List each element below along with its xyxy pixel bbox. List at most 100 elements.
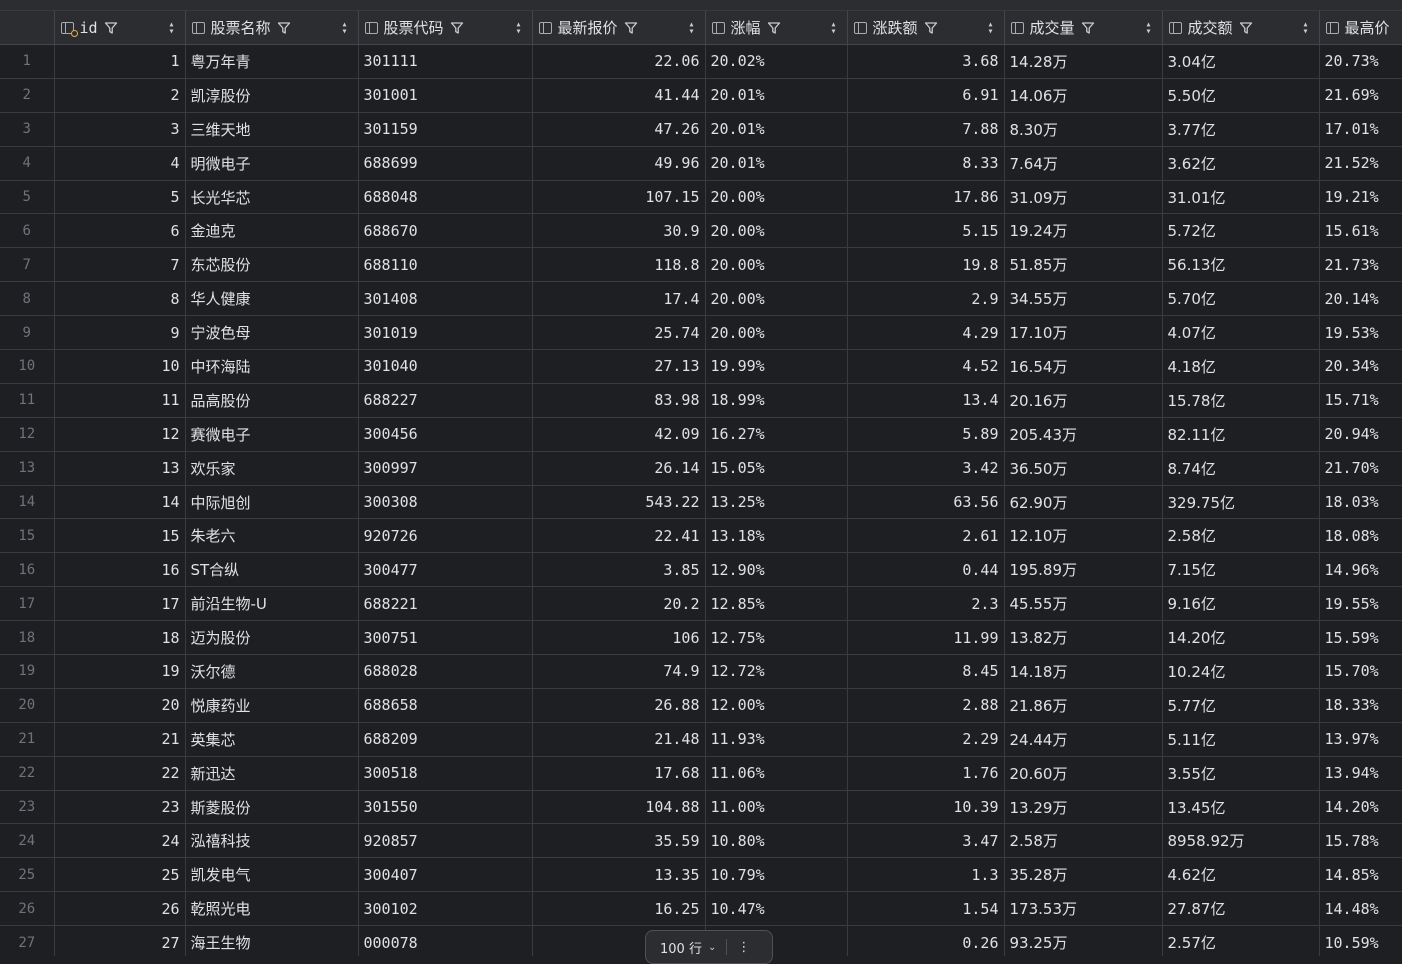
cell-code[interactable]: 688028: [358, 654, 533, 689]
column-header-vol[interactable]: 成交量 ▴ ▾: [1004, 11, 1163, 45]
cell-high[interactable]: 21.52%: [1319, 146, 1402, 181]
cell-chg[interactable]: 8.45: [847, 654, 1005, 689]
cell-high[interactable]: 20.73%: [1319, 44, 1402, 79]
cell-high[interactable]: 20.34%: [1319, 349, 1402, 384]
cell-chg[interactable]: 13.4: [847, 383, 1005, 418]
cell-code[interactable]: 920726: [358, 518, 533, 554]
cell-id[interactable]: 2: [54, 78, 186, 113]
cell-turnover[interactable]: 31.01亿: [1162, 180, 1320, 215]
cell-id[interactable]: 7: [54, 247, 186, 283]
cell-pct[interactable]: 10.80%: [705, 823, 848, 859]
cell-price[interactable]: 27.13: [532, 349, 706, 384]
cell-name[interactable]: 宁波色母: [185, 315, 359, 351]
cell-id[interactable]: 15: [54, 518, 186, 554]
cell-name[interactable]: 英集芯: [185, 722, 359, 757]
cell-pct[interactable]: 12.85%: [705, 586, 848, 622]
table-row[interactable]: 3 3 三维天地 301159 47.26 20.01% 7.88 8.30万 3.77亿 17.…: [0, 112, 1402, 147]
cell-price[interactable]: 25.74: [532, 315, 706, 351]
cell-id[interactable]: 4: [54, 146, 186, 181]
cell-pct[interactable]: 11.06%: [705, 756, 848, 791]
cell-high[interactable]: 14.96%: [1319, 552, 1402, 588]
cell-high[interactable]: 21.70%: [1319, 451, 1402, 486]
cell-price[interactable]: 22.41: [532, 518, 706, 554]
table-row[interactable]: 16 16 ST合纵 300477 3.85 12.90% 0.44 195.89万 7.15亿…: [0, 552, 1402, 588]
cell-id[interactable]: 3: [54, 112, 186, 147]
column-header-code[interactable]: 股票代码 ▴ ▾: [358, 11, 533, 45]
cell-chg[interactable]: 2.9: [847, 281, 1005, 317]
cell-vol[interactable]: 14.28万: [1004, 44, 1163, 79]
cell-name[interactable]: 华人健康: [185, 281, 359, 317]
cell-vol[interactable]: 34.55万: [1004, 281, 1163, 317]
cell-turnover[interactable]: 5.50亿: [1162, 78, 1320, 113]
cell-turnover[interactable]: 2.57亿: [1162, 925, 1320, 956]
cell-code[interactable]: 300407: [358, 857, 533, 893]
cell-vol[interactable]: 20.16万: [1004, 383, 1163, 418]
filter-icon[interactable]: [450, 21, 464, 35]
cell-vol[interactable]: 12.10万: [1004, 518, 1163, 554]
filter-icon[interactable]: [924, 21, 938, 35]
cell-pct[interactable]: 13.25%: [705, 485, 848, 520]
cell-name[interactable]: 赛微电子: [185, 417, 359, 452]
page-size-selector[interactable]: 100 行 ⌄ ⋮: [645, 930, 773, 964]
cell-pct[interactable]: 12.90%: [705, 552, 848, 588]
cell-id[interactable]: 18: [54, 620, 186, 656]
cell-code[interactable]: 300477: [358, 552, 533, 588]
cell-vol[interactable]: 93.25万: [1004, 925, 1163, 956]
cell-chg[interactable]: 1.54: [847, 891, 1005, 927]
cell-turnover[interactable]: 329.75亿: [1162, 485, 1320, 520]
cell-turnover[interactable]: 27.87亿: [1162, 891, 1320, 927]
cell-turnover[interactable]: 13.45亿: [1162, 789, 1320, 825]
cell-pct[interactable]: 20.00%: [705, 213, 848, 249]
cell-code[interactable]: 300997: [358, 451, 533, 486]
cell-price[interactable]: 74.9: [532, 654, 706, 689]
column-header-pct[interactable]: 涨幅 ▴ ▾: [705, 11, 848, 45]
table-row[interactable]: 4 4 明微电子 688699 49.96 20.01% 8.33 7.64万 3.62亿 21.…: [0, 146, 1402, 181]
cell-price[interactable]: 47.26: [532, 112, 706, 147]
cell-price[interactable]: 16.25: [532, 891, 706, 927]
cell-id[interactable]: 9: [54, 315, 186, 351]
cell-price[interactable]: 3.85: [532, 552, 706, 588]
cell-name[interactable]: 凯淳股份: [185, 78, 359, 113]
cell-chg[interactable]: 8.33: [847, 146, 1005, 181]
table-row[interactable]: 14 14 中际旭创 300308 543.22 13.25% 63.56 62.90万 329…: [0, 485, 1402, 520]
cell-chg[interactable]: 3.68: [847, 44, 1005, 79]
cell-price[interactable]: 22.06: [532, 44, 706, 79]
cell-name[interactable]: 中际旭创: [185, 485, 359, 520]
cell-pct[interactable]: 20.02%: [705, 44, 848, 79]
cell-vol[interactable]: 14.06万: [1004, 78, 1163, 113]
cell-code[interactable]: 688670: [358, 213, 533, 249]
cell-id[interactable]: 26: [54, 891, 186, 927]
cell-vol[interactable]: 31.09万: [1004, 180, 1163, 215]
cell-code[interactable]: 300518: [358, 756, 533, 791]
cell-chg[interactable]: 17.86: [847, 180, 1005, 215]
table-row[interactable]: 6 6 金迪克 688670 30.9 20.00% 5.15 19.24万 5.72亿 15.6…: [0, 213, 1402, 249]
table-row[interactable]: 20 20 悦康药业 688658 26.88 12.00% 2.88 21.86万 5.77亿…: [0, 688, 1402, 723]
table-row[interactable]: 23 23 斯菱股份 301550 104.88 11.00% 10.39 13.29万 13.…: [0, 789, 1402, 825]
cell-name[interactable]: 沃尔德: [185, 654, 359, 689]
cell-high[interactable]: 21.69%: [1319, 78, 1402, 113]
cell-chg[interactable]: 3.47: [847, 823, 1005, 859]
cell-turnover[interactable]: 4.18亿: [1162, 349, 1320, 384]
cell-vol[interactable]: 36.50万: [1004, 451, 1163, 486]
cell-name[interactable]: 悦康药业: [185, 688, 359, 723]
cell-code[interactable]: 301408: [358, 281, 533, 317]
cell-code[interactable]: 300308: [358, 485, 533, 520]
cell-pct[interactable]: 11.00%: [705, 789, 848, 825]
cell-price[interactable]: 49.96: [532, 146, 706, 181]
cell-code[interactable]: 000078: [358, 925, 533, 956]
cell-price[interactable]: 13.35: [532, 857, 706, 893]
cell-vol[interactable]: 21.86万: [1004, 688, 1163, 723]
table-row[interactable]: 26 26 乾照光电 300102 16.25 10.47% 1.54 173.53万 27.8…: [0, 891, 1402, 927]
cell-pct[interactable]: 20.00%: [705, 315, 848, 351]
sort-icon[interactable]: ▴ ▾: [341, 19, 347, 36]
filter-icon[interactable]: [624, 21, 638, 35]
cell-turnover[interactable]: 5.77亿: [1162, 688, 1320, 723]
sort-icon[interactable]: ▴ ▾: [515, 19, 521, 36]
cell-id[interactable]: 25: [54, 857, 186, 893]
cell-chg[interactable]: 63.56: [847, 485, 1005, 520]
table-row[interactable]: 5 5 长光华芯 688048 107.15 20.00% 17.86 31.09万 31.01…: [0, 180, 1402, 215]
cell-turnover[interactable]: 56.13亿: [1162, 247, 1320, 283]
cell-vol[interactable]: 205.43万: [1004, 417, 1163, 452]
cell-vol[interactable]: 17.10万: [1004, 315, 1163, 351]
cell-high[interactable]: 14.48%: [1319, 891, 1402, 927]
